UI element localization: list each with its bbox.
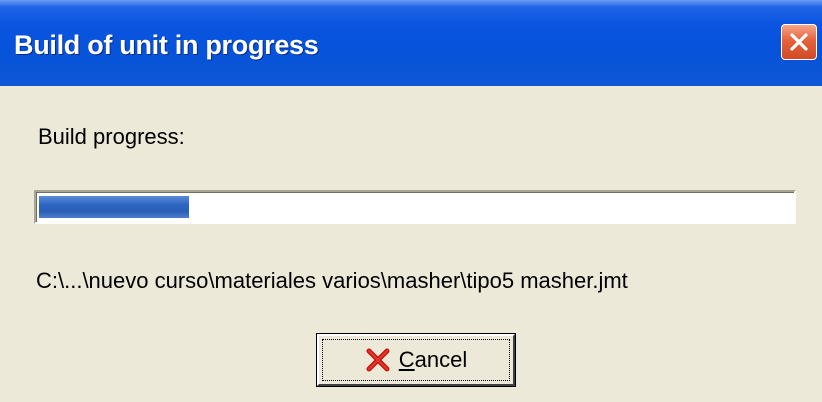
build-progress-dialog: Build of unit in progress Build progress…	[0, 0, 822, 402]
title-bar[interactable]: Build of unit in progress	[0, 0, 822, 86]
progress-bar	[34, 190, 796, 224]
close-button[interactable]	[781, 24, 817, 60]
cancel-button[interactable]: Cancel	[317, 334, 515, 386]
cancel-button-label: Cancel	[398, 347, 468, 372]
progress-bar-fill	[39, 196, 189, 218]
window-title: Build of unit in progress	[14, 30, 319, 60]
current-file-path: C:\...\nuevo curso\materiales varios\mas…	[36, 268, 628, 293]
close-icon	[790, 33, 808, 51]
progress-label: Build progress:	[38, 124, 185, 149]
red-x-icon	[366, 348, 390, 372]
